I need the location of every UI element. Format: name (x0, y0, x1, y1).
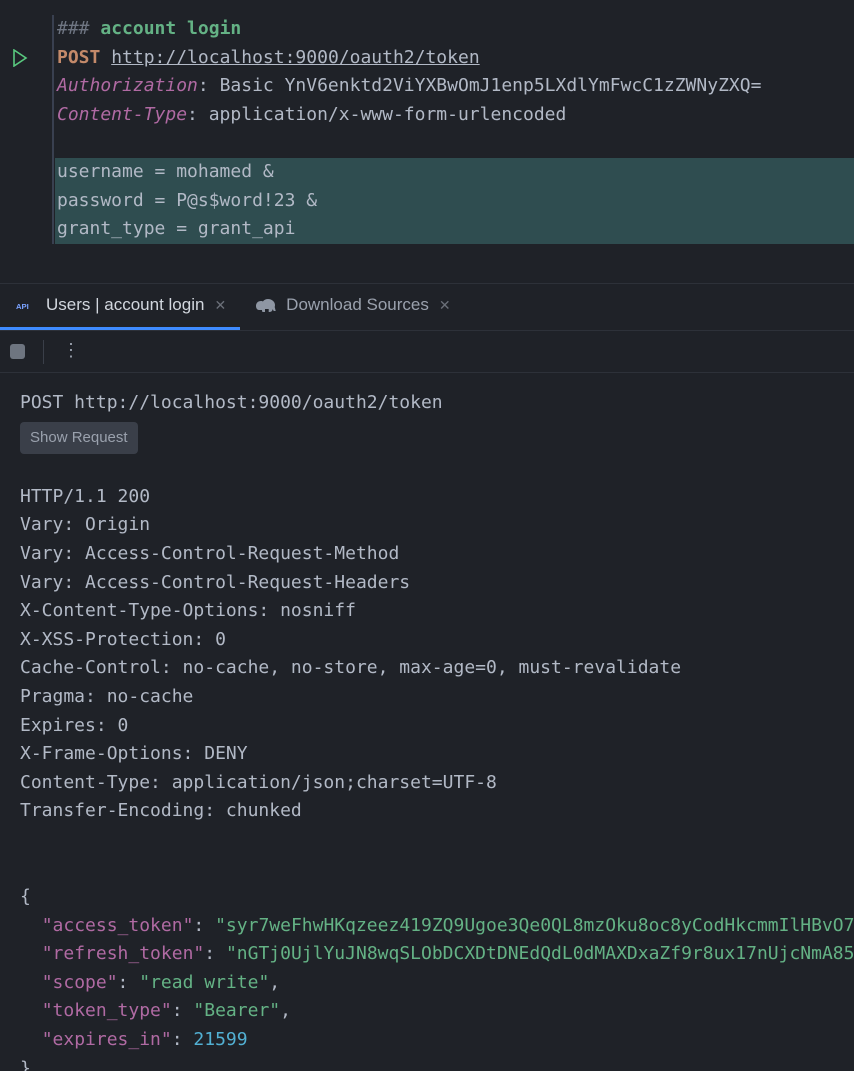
api-icon: API (16, 298, 36, 314)
response-header: Pragma: no-cache (20, 686, 193, 707)
tab-label: Users | account login (46, 291, 204, 320)
tool-strip: ⋮ (0, 331, 854, 373)
stop-button[interactable] (10, 344, 25, 359)
close-icon[interactable]: ✕ (214, 291, 226, 320)
response-header: Transfer-Encoding: chunked (20, 800, 302, 821)
elephant-icon (256, 298, 276, 314)
tab-label: Download Sources (286, 291, 429, 320)
svg-text:API: API (16, 302, 29, 311)
more-icon[interactable]: ⋮ (62, 337, 78, 366)
response-header: Content-Type: application/json;charset=U… (20, 772, 497, 793)
tab-download-sources[interactable]: Download Sources ✕ (240, 284, 464, 330)
gutter (0, 48, 40, 77)
response-header: X-XSS-Protection: 0 (20, 629, 226, 650)
close-icon[interactable]: ✕ (439, 291, 451, 320)
response-panel: POST http://localhost:9000/oauth2/token … (0, 373, 854, 1071)
tab-users-account-login[interactable]: API Users | account login ✕ (0, 284, 240, 330)
response-header: Vary: Access-Control-Request-Headers (20, 572, 410, 593)
response-header: X-Content-Type-Options: nosniff (20, 600, 356, 621)
run-icon[interactable] (12, 48, 28, 77)
response-header: Vary: Access-Control-Request-Method (20, 543, 399, 564)
response-header: Expires: 0 (20, 715, 128, 736)
editor-pane: ### account login POST http://localhost:… (0, 0, 854, 283)
request-line: POST http://localhost:9000/oauth2/token (20, 392, 443, 413)
tab-strip: APIUsers | account login✕Download Source… (0, 283, 854, 331)
status-line: HTTP/1.1 200 (20, 486, 150, 507)
response-header: X-Frame-Options: DENY (20, 743, 248, 764)
separator (43, 340, 44, 364)
request-code[interactable]: ### account login POST http://localhost:… (52, 15, 854, 244)
show-request-button[interactable]: Show Request (20, 422, 138, 455)
response-header: Vary: Origin (20, 514, 150, 535)
response-header: Cache-Control: no-cache, no-store, max-a… (20, 657, 681, 678)
